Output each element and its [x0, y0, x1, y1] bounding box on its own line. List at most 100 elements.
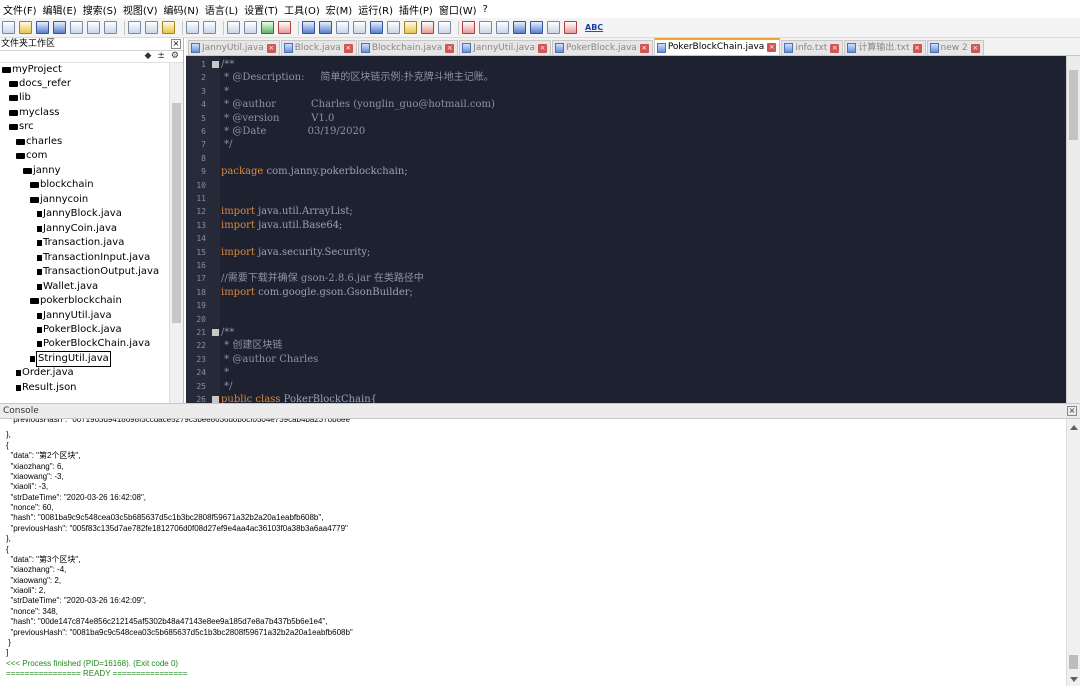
document-tab[interactable]: 计算输出.txt ×: [844, 40, 926, 55]
tree-file[interactable]: JannyBlock.java: [37, 207, 122, 221]
paste-icon[interactable]: [162, 21, 175, 34]
tree-scrollbar[interactable]: [169, 63, 183, 403]
scroll-up-arrow-icon[interactable]: [1070, 425, 1078, 430]
run-icon[interactable]: [547, 21, 560, 34]
tree-folder[interactable]: janny: [23, 164, 61, 178]
console-output[interactable]: "previousHash": "0071903d9418698f3ccdace…: [0, 419, 1080, 686]
document-tab[interactable]: Block.java ×: [280, 40, 357, 55]
menu-item[interactable]: 窗口(W): [436, 2, 480, 17]
tree-folder[interactable]: myProject: [2, 63, 62, 77]
tree-folder[interactable]: blockchain: [30, 178, 94, 192]
tree-folder[interactable]: jannycoin: [30, 193, 88, 207]
code-editor[interactable]: 1/** 2 * @Description: 简单的区块链示例:扑克牌斗地主记账。…: [186, 56, 1080, 403]
menu-item[interactable]: 运行(R): [355, 2, 396, 17]
spellcheck-label[interactable]: ABC: [585, 23, 603, 32]
tab-close-icon[interactable]: ×: [767, 43, 777, 52]
menu-item[interactable]: 编码(N): [161, 2, 202, 17]
tab-close-icon[interactable]: ×: [970, 43, 980, 53]
monitor-icon[interactable]: [438, 21, 451, 34]
tab-close-icon[interactable]: ×: [830, 43, 840, 53]
tree-folder[interactable]: com: [16, 149, 47, 163]
sync-vertical-icon[interactable]: [302, 21, 315, 34]
zoom-in-icon[interactable]: [261, 21, 274, 34]
document-tab[interactable]: info.txt ×: [781, 40, 844, 55]
replace-icon[interactable]: [244, 21, 257, 34]
tree-folder[interactable]: pokerblockchain: [30, 294, 122, 308]
tree-file[interactable]: TransactionOutput.java: [37, 265, 159, 279]
tree-folder[interactable]: lib: [9, 91, 31, 105]
console-scrollbar[interactable]: [1066, 419, 1080, 686]
fold-marker-icon[interactable]: [212, 61, 219, 68]
document-map-icon[interactable]: [387, 21, 400, 34]
tree-file[interactable]: Wallet.java: [37, 280, 98, 294]
save-macro-icon[interactable]: [530, 21, 543, 34]
new-file-icon[interactable]: [2, 21, 15, 34]
fold-marker-icon[interactable]: [212, 329, 219, 336]
tab-close-icon[interactable]: ×: [639, 43, 649, 53]
doc-switcher-icon[interactable]: [421, 21, 434, 34]
tree-file[interactable]: Result.json: [16, 381, 77, 395]
editor-scrollbar[interactable]: [1066, 56, 1080, 403]
tab-close-icon[interactable]: ×: [343, 43, 353, 53]
close-all-icon[interactable]: [87, 21, 100, 34]
close-icon[interactable]: ×: [171, 39, 181, 49]
document-tab[interactable]: JannyUtil.java ×: [459, 40, 551, 55]
menu-item[interactable]: 设置(T): [241, 2, 281, 17]
undo-icon[interactable]: [186, 21, 199, 34]
menu-item[interactable]: 宏(M): [323, 2, 355, 17]
tree-file[interactable]: Transaction.java: [37, 236, 124, 250]
scrollbar-thumb[interactable]: [172, 103, 181, 323]
menu-item[interactable]: 工具(O): [281, 2, 323, 17]
close-icon[interactable]: ×: [1067, 406, 1077, 416]
sync-horizontal-icon[interactable]: [319, 21, 332, 34]
menu-item[interactable]: 插件(P): [396, 2, 436, 17]
cut-icon[interactable]: [128, 21, 141, 34]
settings-gear-icon[interactable]: ⚙: [171, 51, 179, 62]
run-macro-multiple-icon[interactable]: [513, 21, 526, 34]
menu-item[interactable]: 视图(V): [120, 2, 161, 17]
menu-item[interactable]: 编辑(E): [40, 2, 80, 17]
tab-close-icon[interactable]: ×: [538, 43, 547, 53]
tab-close-icon[interactable]: ×: [445, 43, 455, 53]
indent-guide-icon[interactable]: [370, 21, 383, 34]
show-all-chars-icon[interactable]: [353, 21, 366, 34]
stop-macro-icon[interactable]: [479, 21, 492, 34]
scroll-down-arrow-icon[interactable]: [1070, 677, 1078, 682]
open-file-icon[interactable]: [19, 21, 32, 34]
play-macro-icon[interactable]: [496, 21, 509, 34]
collapse-all-icon[interactable]: ±: [157, 51, 165, 62]
tab-close-icon[interactable]: ×: [912, 43, 922, 53]
save-icon[interactable]: [36, 21, 49, 34]
tree-folder[interactable]: src: [9, 120, 34, 134]
menu-item[interactable]: ?: [480, 4, 491, 15]
scrollbar-thumb[interactable]: [1069, 655, 1078, 669]
tree-file[interactable]: JannyUtil.java: [37, 309, 112, 323]
find-icon[interactable]: [227, 21, 240, 34]
menu-item[interactable]: 搜索(S): [80, 2, 120, 17]
print-icon[interactable]: [104, 21, 117, 34]
tree-file[interactable]: PokerBlock.java: [37, 323, 122, 337]
tree-folder[interactable]: docs_refer: [9, 77, 71, 91]
document-tab[interactable]: Blockchain.java ×: [357, 40, 459, 55]
tree-file[interactable]: StringUtil.java: [30, 351, 111, 367]
word-wrap-icon[interactable]: [336, 21, 349, 34]
scrollbar-thumb[interactable]: [1069, 70, 1078, 140]
tab-close-icon[interactable]: ×: [266, 43, 276, 53]
tree-file[interactable]: Order.java: [16, 366, 74, 380]
zoom-out-icon[interactable]: [278, 21, 291, 34]
tree-folder[interactable]: myclass: [9, 106, 59, 120]
document-tab[interactable]: PokerBlockChain.java ×: [653, 38, 781, 55]
document-tab[interactable]: JannyUtil.java ×: [188, 40, 280, 55]
close-file-icon[interactable]: [70, 21, 83, 34]
spellcheck-icon[interactable]: [564, 21, 577, 34]
copy-icon[interactable]: [145, 21, 158, 34]
tree-file[interactable]: PokerBlockChain.java: [37, 337, 150, 351]
function-list-icon[interactable]: [404, 21, 417, 34]
fold-marker-icon[interactable]: [212, 396, 219, 403]
link-to-doc-icon[interactable]: ◆: [144, 51, 151, 62]
menu-item[interactable]: 语言(L): [202, 2, 241, 17]
document-tab[interactable]: new 2 ×: [926, 40, 984, 55]
tree-file[interactable]: TransactionInput.java: [37, 251, 150, 265]
record-macro-icon[interactable]: [462, 21, 475, 34]
save-all-icon[interactable]: [53, 21, 66, 34]
